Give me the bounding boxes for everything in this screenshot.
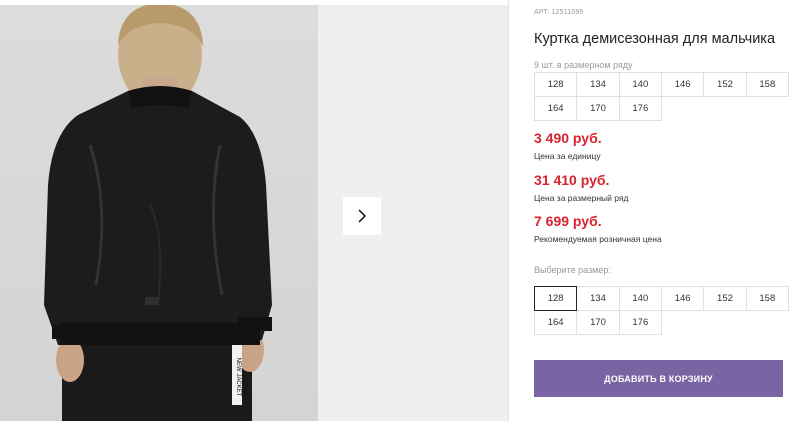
size-option[interactable]: 134 [576, 286, 620, 311]
sleeve-tape-text: NEW JACKET [235, 358, 241, 397]
size-row-count: 9 шт. в размерном ряду [534, 60, 633, 70]
size-row-grid: 128 134 140 146 152 158 164 170 176 [534, 72, 789, 121]
retail-price-label: Рекомендуемая розничная цена [534, 234, 662, 244]
size-row-cell: 128 [534, 72, 578, 97]
chevron-right-icon [358, 209, 367, 223]
product-info: АРТ. 12511095 Куртка демисезонная для ма… [534, 0, 800, 421]
divider [508, 0, 509, 421]
size-row-cell: 134 [576, 72, 620, 97]
product-gallery: NEW JACKET [0, 0, 508, 421]
size-option[interactable]: 164 [534, 310, 578, 335]
size-row-cell: 140 [618, 72, 662, 97]
row-price-label: Цена за размерный ряд [534, 193, 629, 203]
add-to-cart-button[interactable]: ДОБАВИТЬ В КОРЗИНУ [534, 360, 783, 397]
unit-price-label: Цена за единицу [534, 151, 601, 161]
size-row-cell: 152 [703, 72, 747, 97]
size-option[interactable]: 140 [618, 286, 662, 311]
size-select-grid: 128 134 140 146 152 158 164 170 176 [534, 286, 789, 335]
product-photo-main[interactable]: NEW JACKET [0, 5, 318, 421]
retail-price: 7 699 руб. [534, 213, 602, 229]
size-row-cell: 158 [745, 72, 789, 97]
size-row-cell: 170 [576, 96, 620, 121]
product-title: Куртка демисезонная для мальчика [534, 31, 776, 47]
size-option[interactable]: 146 [660, 286, 705, 311]
choose-size-label: Выберите размер: [534, 265, 611, 275]
gallery-next-button[interactable] [343, 197, 381, 235]
row-price: 31 410 руб. [534, 172, 610, 188]
unit-price: 3 490 руб. [534, 130, 602, 146]
size-option-selected[interactable]: 128 [534, 286, 578, 311]
size-option[interactable]: 152 [703, 286, 747, 311]
size-row-cell: 176 [618, 96, 662, 121]
product-article: АРТ. 12511095 [534, 9, 584, 16]
size-option[interactable]: 176 [618, 310, 662, 335]
size-option[interactable]: 158 [745, 286, 789, 311]
size-row-cell: 164 [534, 96, 578, 121]
boy-jacket-back-image: NEW JACKET [44, 5, 272, 421]
size-option[interactable]: 170 [576, 310, 620, 335]
size-row-cell: 146 [660, 72, 705, 97]
